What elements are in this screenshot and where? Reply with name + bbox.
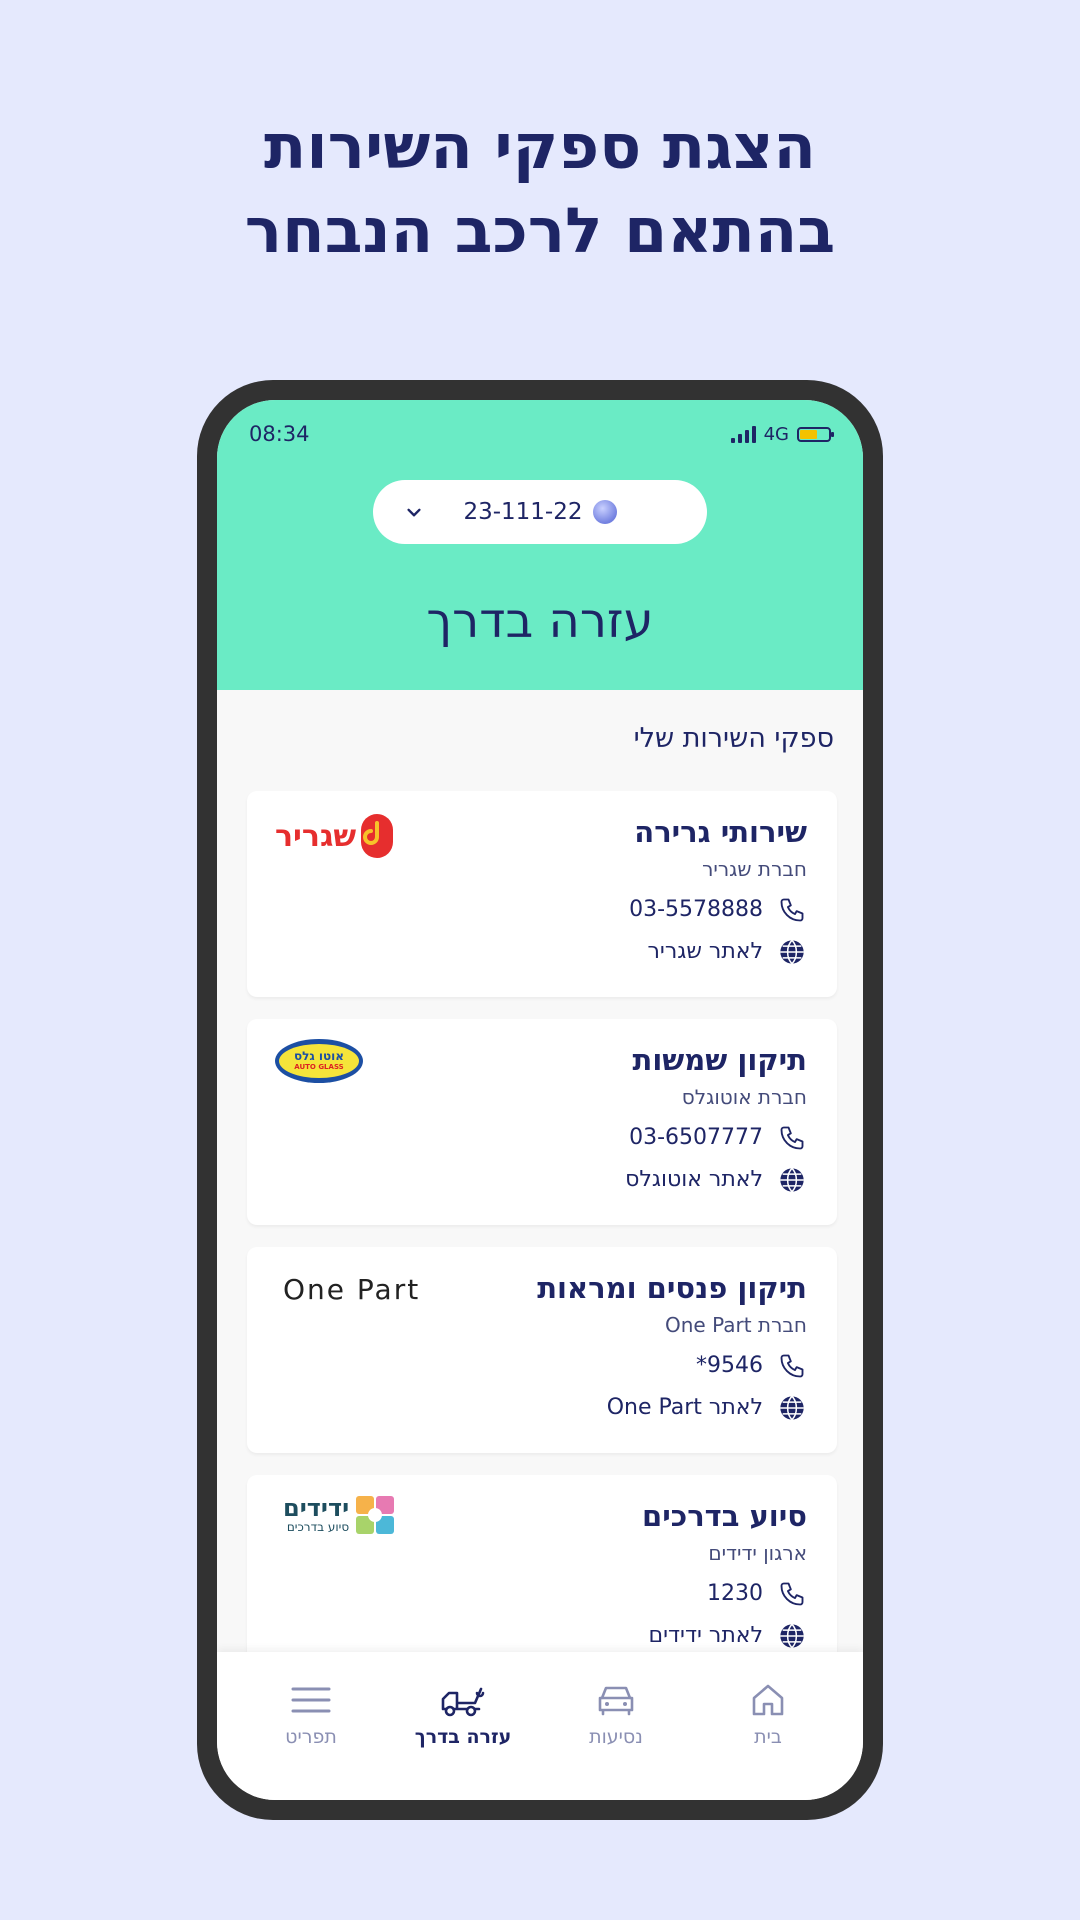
network-type: 4G bbox=[763, 424, 789, 445]
shagrir-logo: שגריר bbox=[275, 813, 394, 859]
provider-phone-link[interactable]: 1230 bbox=[642, 1579, 807, 1609]
provider-card-lights: One Part תיקון פנסים ומראות חברת One Par… bbox=[247, 1247, 837, 1453]
provider-info: סיוע בדרכים ארגון ידידים 1230 לאתר ידידי… bbox=[642, 1497, 807, 1651]
shagrir-logo-text: שגריר bbox=[275, 818, 357, 854]
nav-item-road-help[interactable]: עזרה בדרך bbox=[398, 1680, 528, 1748]
autoglass-logo: אוטו גלס AUTO GLASS bbox=[275, 1039, 363, 1083]
chevron-down-icon bbox=[407, 508, 421, 517]
status-time: 08:34 bbox=[249, 422, 310, 446]
battery-icon bbox=[797, 427, 834, 442]
nav-item-menu[interactable]: תפריט bbox=[246, 1680, 376, 1748]
provider-website-link[interactable]: לאתר ידידים bbox=[642, 1621, 807, 1651]
vehicle-plate-number: 23-111-22 bbox=[463, 499, 583, 525]
provider-website: לאתר אוטוגלס bbox=[625, 1167, 763, 1192]
header-area: 08:34 4G 23-111-22 עזרה בדרך bbox=[217, 400, 863, 690]
signal-icon bbox=[730, 426, 756, 443]
nav-label: בית bbox=[754, 1726, 782, 1748]
provider-title: תיקון פנסים ומראות bbox=[537, 1271, 807, 1305]
bottom-nav: תפריט עזרה בדרך נסיעות בית bbox=[217, 1652, 863, 1800]
provider-website-link[interactable]: לאתר שגריר bbox=[629, 937, 807, 967]
provider-card-glass: אוטו גלס AUTO GLASS תיקון שמשות חברת אוט… bbox=[247, 1019, 837, 1225]
provider-title: סיוע בדרכים bbox=[642, 1499, 807, 1533]
autoglass-logo-text-en: AUTO GLASS bbox=[294, 1063, 344, 1071]
provider-title: שירותי גרירה bbox=[634, 815, 807, 849]
vehicle-selector[interactable]: 23-111-22 bbox=[373, 480, 707, 544]
provider-card-roadside: ידידים סיוע בדרכים סיוע בדרכים ארגון ידי… bbox=[247, 1475, 837, 1681]
autoglass-logo-text-he: אוטו גלס bbox=[293, 1049, 345, 1063]
status-indicators: 4G bbox=[730, 424, 834, 445]
headline-line-2: בהתאם לרכב הנבחר bbox=[244, 194, 836, 267]
globe-icon bbox=[777, 1621, 807, 1651]
phone-frame: 08:34 4G 23-111-22 עזרה בדרך ספקי השירות… bbox=[197, 380, 883, 1820]
yedidim-logo-text: ידידים סיוע בדרכים bbox=[283, 1496, 349, 1534]
yedidim-logo: ידידים סיוע בדרכים bbox=[283, 1495, 395, 1535]
provider-website-link[interactable]: לאתר One Part bbox=[537, 1393, 807, 1423]
promo-headline: הצגת ספקי השירות בהתאם לרכב הנבחר bbox=[0, 105, 1080, 273]
provider-website: לאתר שגריר bbox=[647, 939, 764, 964]
provider-company: ארגון ידידים bbox=[708, 1541, 807, 1565]
provider-website: לאתר ידידים bbox=[648, 1623, 763, 1648]
globe-icon bbox=[777, 1393, 807, 1423]
provider-info: תיקון שמשות חברת אוטוגלס 03-6507777 לאתר… bbox=[625, 1041, 807, 1195]
provider-company: חברת One Part bbox=[665, 1313, 807, 1337]
headline-line-1: הצגת ספקי השירות bbox=[264, 110, 816, 183]
provider-website: לאתר One Part bbox=[606, 1395, 763, 1420]
phone-icon bbox=[777, 1579, 807, 1609]
shagrir-hook-icon bbox=[361, 814, 394, 858]
globe-icon bbox=[777, 1165, 807, 1195]
yedidim-puzzle-icon bbox=[356, 1496, 395, 1534]
provider-phone-link[interactable]: 03-6507777 bbox=[625, 1123, 807, 1153]
provider-company: חברת אוטוגלס bbox=[681, 1085, 807, 1109]
provider-card-towing: שגריר שירותי גרירה חברת שגריר 03-5578888 bbox=[247, 791, 837, 997]
section-title: ספקי השירות שלי bbox=[633, 723, 834, 754]
provider-phone: 03-6507777 bbox=[629, 1125, 763, 1150]
nav-item-trips[interactable]: נסיעות bbox=[551, 1680, 681, 1748]
page-title: עזרה בדרך bbox=[426, 593, 654, 649]
yedidim-logo-subtitle: סיוע בדרכים bbox=[286, 1520, 350, 1534]
phone-icon bbox=[777, 1123, 807, 1153]
globe-icon bbox=[777, 937, 807, 967]
nav-label: נסיעות bbox=[589, 1726, 643, 1748]
provider-phone: 03-5578888 bbox=[629, 897, 763, 922]
onepart-logo: One Part bbox=[283, 1273, 420, 1306]
phone-icon bbox=[777, 895, 807, 925]
tow-truck-icon bbox=[441, 1687, 485, 1717]
nav-label: תפריט bbox=[285, 1726, 337, 1748]
provider-website-link[interactable]: לאתר אוטוגלס bbox=[625, 1165, 807, 1195]
provider-info: תיקון פנסים ומראות חברת One Part *9546 ל… bbox=[537, 1269, 807, 1423]
yedidim-logo-title: ידידים bbox=[283, 1494, 350, 1522]
onepart-logo-text: One Part bbox=[283, 1273, 421, 1306]
nav-label: עזרה בדרך bbox=[414, 1726, 512, 1748]
provider-title: תיקון שמשות bbox=[632, 1043, 807, 1077]
phone-icon bbox=[777, 1351, 807, 1381]
provider-phone-link[interactable]: *9546 bbox=[537, 1351, 807, 1381]
home-icon bbox=[752, 1684, 784, 1716]
car-icon bbox=[598, 1686, 634, 1716]
provider-info: שירותי גרירה חברת שגריר 03-5578888 לאתר … bbox=[629, 813, 807, 967]
provider-phone-link[interactable]: 03-5578888 bbox=[629, 895, 807, 925]
provider-company: חברת שגריר bbox=[702, 857, 807, 881]
provider-phone: *9546 bbox=[696, 1353, 763, 1378]
menu-icon bbox=[291, 1687, 331, 1713]
provider-phone: 1230 bbox=[707, 1581, 763, 1606]
phone-screen: 08:34 4G 23-111-22 עזרה בדרך ספקי השירות… bbox=[217, 400, 863, 1800]
car-globe-icon bbox=[592, 500, 617, 524]
nav-item-home[interactable]: בית bbox=[703, 1680, 833, 1748]
